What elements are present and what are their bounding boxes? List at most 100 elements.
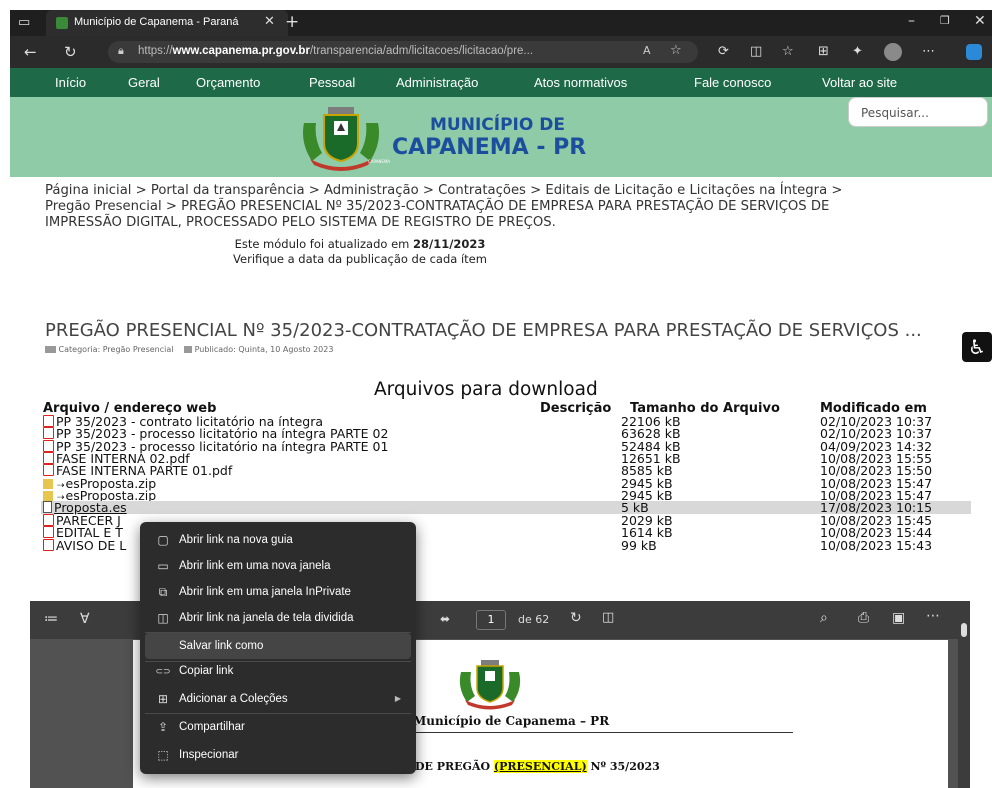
context-menu-item[interactable]: ⊞ Adicionar a Coleções ▶ [145, 686, 411, 712]
document-crest-icon [459, 660, 521, 710]
context-menu-item[interactable]: ◫ Abrir link na janela de tela dividida [145, 605, 411, 631]
context-menu-item[interactable]: ▢ Abrir link na nova guia [145, 527, 411, 553]
accessibility-icon[interactable]: ♿︎ [962, 332, 992, 362]
article-published: Publicado: Quinta, 10 Agosto 2023 [194, 345, 334, 354]
update-info: Este módulo foi atualizado em 28/11/2023… [10, 237, 710, 267]
copilot-icon[interactable]: ✦ [852, 36, 863, 68]
context-menu-item-label: Copiar link [179, 665, 234, 677]
calendar-icon [184, 346, 193, 353]
context-menu-item[interactable]: ⬚ Inspecionar [145, 742, 411, 768]
context-menu-item-label: Adicionar a Coleções [179, 693, 288, 705]
chevron-right-icon: ▶ [394, 694, 401, 703]
page-number-input[interactable]: 1 [476, 610, 506, 630]
more-options-icon[interactable]: ⋯ [926, 608, 940, 624]
url-prefix: https:// [138, 45, 173, 57]
nav-item-inicio[interactable]: Início [55, 68, 86, 97]
browser-tab[interactable]: Município de Capanema - Paraná ✕ [46, 10, 288, 36]
col-header-descricao: Descrição [540, 401, 612, 416]
share-icon: ⇪ [157, 720, 169, 734]
file-link[interactable]: AVISO DE L [43, 538, 126, 553]
document-subject: DE PREGÃO (PRESENCIAL) Nº 35/2023 [415, 760, 660, 773]
lock-icon: 🔒︎ [118, 44, 124, 57]
context-menu-item[interactable]: ⊂⊃ Copiar link [145, 658, 411, 684]
context-menu-item-label: Compartilhar [179, 721, 245, 733]
nav-item-fale-conosco[interactable]: Fale conosco [694, 68, 771, 97]
restore-icon[interactable]: ❐ [940, 14, 950, 27]
url-domain: www.capanema.pr.gov.br [172, 45, 310, 57]
pdf-icon [43, 526, 54, 538]
more-icon[interactable]: ⋯ [922, 36, 935, 68]
nav-item-orcamento[interactable]: Orçamento [196, 68, 260, 97]
context-menu-item[interactable]: ⇪ Compartilhar [145, 714, 411, 740]
breadcrumb-line-1[interactable]: Página inicial > Portal da transparência… [45, 183, 842, 199]
article-meta: Categoria: Pregão Presencial Publicado: … [45, 345, 333, 354]
context-menu-item-label: Abrir link na janela de tela dividida [179, 612, 354, 624]
refresh-icon[interactable]: ↻ [64, 36, 77, 68]
collections-icon[interactable]: ⊞ [818, 36, 829, 68]
context-menu-item-label: Abrir link em uma nova janela [179, 560, 331, 572]
article-category: Categoria: Pregão Presencial [58, 345, 174, 354]
pdf-scrollbar[interactable] [958, 601, 970, 788]
search-input[interactable]: Pesquisar... [848, 97, 988, 127]
crest-ribbon-text: CAPANEMA [368, 159, 391, 164]
document-divider [413, 732, 793, 733]
file-icon [43, 501, 52, 513]
site-nav: Início Geral Orçamento Pessoal Administr… [10, 68, 992, 97]
browser-window: ▭ Município de Capanema - Paraná ✕ + – ❐… [0, 0, 992, 788]
split-window-icon: ◫ [157, 611, 169, 625]
collections-icon: ⊞ [157, 692, 169, 706]
nav-item-pessoal[interactable]: Pessoal [309, 68, 355, 97]
url-text: https://www.capanema.pr.gov.br/transpare… [138, 45, 533, 57]
window-icon[interactable]: ▭ [18, 7, 30, 39]
scrollbar-thumb[interactable] [961, 623, 967, 637]
nav-item-voltar-ao-site[interactable]: Voltar ao site [822, 68, 897, 97]
context-menu: ▢ Abrir link na nova guia ▭ Abrir link em u… [140, 522, 416, 774]
folder-icon [45, 346, 56, 353]
print-icon[interactable]: ⎙ [858, 610, 869, 626]
page-view-icon[interactable]: ◫ [602, 610, 614, 625]
inspect-icon: ⬚ [157, 748, 169, 762]
doc-line-suffix: Nº 35/2023 [586, 760, 660, 773]
new-tab-icon[interactable]: + [285, 12, 299, 32]
address-bar[interactable]: 🔒︎ https://www.capanema.pr.gov.br/transp… [108, 41, 698, 63]
update-text: Este módulo foi atualizado em [234, 237, 410, 251]
minimize-icon[interactable]: – [908, 13, 915, 29]
context-menu-item[interactable]: ▭ Abrir link em uma nova janela [145, 553, 411, 579]
save-icon[interactable]: ▣ [892, 610, 905, 626]
site-title-line2: CAPANEMA - PR [392, 135, 587, 160]
fit-width-icon[interactable]: ⬌ [440, 612, 450, 626]
close-icon[interactable]: ✕ [974, 13, 986, 29]
link-icon: ⊂⊃ [155, 666, 171, 676]
pdf-icon [43, 464, 54, 476]
breadcrumb: Página inicial > Portal da transparência… [45, 183, 842, 231]
search-icon[interactable]: ⌕ [820, 610, 828, 626]
breadcrumb-line-2[interactable]: Pregão Presencial > PREGÃO PRESENCIAL Nº… [45, 199, 842, 215]
draw-icon[interactable]: ∀ [80, 611, 90, 627]
nav-item-geral[interactable]: Geral [128, 68, 160, 97]
file-name[interactable]: AVISO DE L [56, 538, 126, 553]
back-icon[interactable]: ← [24, 36, 37, 68]
context-menu-item-label: Salvar link como [179, 640, 264, 652]
tab-close-icon[interactable]: ✕ [264, 14, 275, 29]
pdf-icon [43, 427, 54, 439]
rotate-icon[interactable]: ↻ [570, 610, 582, 626]
context-menu-item[interactable]: Salvar link como [145, 633, 411, 659]
context-menu-item[interactable]: ⧉ Abrir link em uma janela InPrivate [145, 579, 411, 605]
read-aloud-icon[interactable]: A [643, 44, 651, 57]
split-screen-icon[interactable]: ◫ [750, 36, 762, 68]
nav-item-administracao[interactable]: Administração [396, 68, 478, 97]
context-menu-item-label: Abrir link em uma janela InPrivate [179, 586, 351, 598]
copilot-sidebar-icon[interactable] [966, 44, 982, 60]
favorites-icon[interactable]: ☆ [782, 36, 794, 68]
extensions-icon[interactable]: ⟳ [718, 36, 729, 68]
profile-icon[interactable] [884, 43, 902, 61]
doc-line-prefix: DE PREGÃO [415, 760, 494, 773]
file-modified: 10/08/2023 15:43 [820, 538, 933, 553]
site-title-line1: MUNICÍPIO DE [430, 115, 565, 135]
downloads-heading: Arquivos para download [374, 379, 598, 400]
doc-line-highlight: (PRESENCIAL) [493, 760, 587, 773]
favorite-icon[interactable]: ☆ [670, 43, 682, 58]
nav-item-atos-normativos[interactable]: Atos normativos [534, 68, 627, 97]
article-title: PREGÃO PRESENCIAL Nº 35/2023-CONTRATAÇÃO… [45, 320, 922, 341]
contents-icon[interactable]: ≔ [44, 611, 58, 627]
